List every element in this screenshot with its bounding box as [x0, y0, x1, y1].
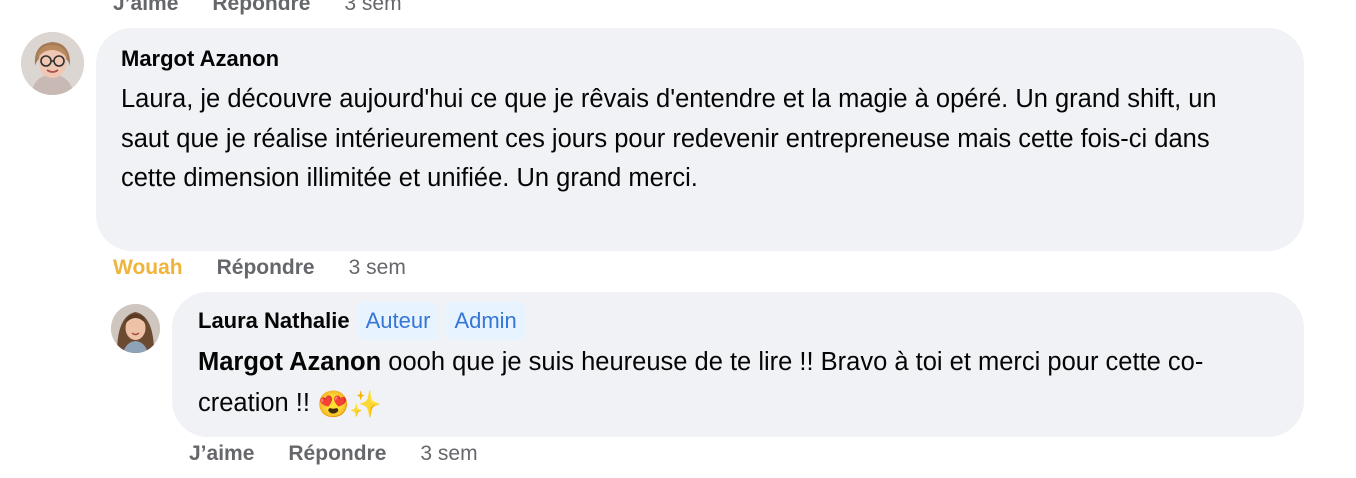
like-button[interactable]: J’aime	[113, 0, 178, 16]
comment-text: Laura, je découvre aujourd'hui ce que je…	[121, 85, 1217, 192]
comment-actions: Wouah Répondre 3 sem	[113, 256, 406, 280]
avatar[interactable]	[21, 32, 84, 95]
reply-button[interactable]: Répondre	[217, 256, 315, 280]
comment-thread: J’aime Répondre 3 sem Margot Azanon Laur…	[0, 0, 1356, 478]
avatar-woman-curly-hair-icon	[111, 304, 160, 353]
avatar[interactable]	[111, 304, 160, 353]
timestamp[interactable]: 3 sem	[349, 256, 406, 280]
reply-button[interactable]: Répondre	[212, 0, 310, 16]
comment-bubble: Margot Azanon Laura, je découvre aujourd…	[96, 28, 1304, 251]
reply-button[interactable]: Répondre	[288, 442, 386, 466]
admin-badge: Admin	[446, 302, 525, 340]
mention-link[interactable]: Margot Azanon	[198, 348, 381, 376]
reply-bubble: Laura Nathalie Auteur Admin Margot Azano…	[172, 292, 1304, 437]
timestamp[interactable]: 3 sem	[420, 442, 477, 466]
comment-author[interactable]: Margot Azanon	[121, 44, 1280, 74]
avatar-woman-glasses-icon	[21, 32, 84, 95]
author-row: Laura Nathalie Auteur Admin	[198, 302, 1280, 340]
emoji-heart-eyes-sparkles-icon: 😍✨	[317, 389, 382, 419]
timestamp[interactable]: 3 sem	[344, 0, 401, 16]
reaction-button[interactable]: Wouah	[113, 256, 183, 280]
like-button[interactable]: J’aime	[189, 442, 254, 466]
comment-text: Margot Azanon oooh que je suis heureuse …	[198, 342, 1288, 425]
previous-comment-actions: J’aime Répondre 3 sem	[113, 0, 402, 16]
reply-actions: J’aime Répondre 3 sem	[189, 442, 478, 466]
author-badge: Auteur	[357, 302, 439, 340]
comment-author[interactable]: Laura Nathalie	[198, 306, 350, 336]
